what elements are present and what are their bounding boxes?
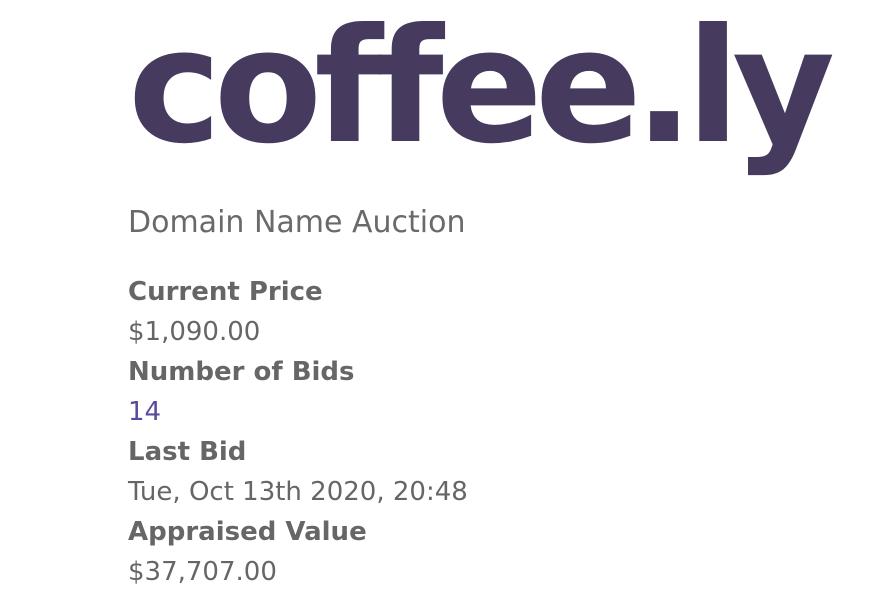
domain-logo: coffee.ly bbox=[128, 0, 835, 179]
current-price-value: $1,090.00 bbox=[128, 317, 261, 347]
current-price-label: Current Price bbox=[128, 277, 323, 307]
page-subtitle: Domain Name Auction bbox=[128, 205, 466, 240]
appraised-value-label: Appraised Value bbox=[128, 517, 367, 547]
appraised-value-value: $37,707.00 bbox=[128, 557, 277, 587]
auction-page: coffee.ly Domain Name Auction Current Pr… bbox=[0, 0, 884, 594]
last-bid-value: Tue, Oct 13th 2020, 20:48 bbox=[128, 477, 468, 507]
number-of-bids-label: Number of Bids bbox=[128, 357, 355, 387]
number-of-bids-link[interactable]: 14 bbox=[128, 392, 828, 432]
last-bid-label: Last Bid bbox=[128, 437, 247, 467]
auction-details: Current Price $1,090.00 Number of Bids 1… bbox=[128, 272, 828, 592]
